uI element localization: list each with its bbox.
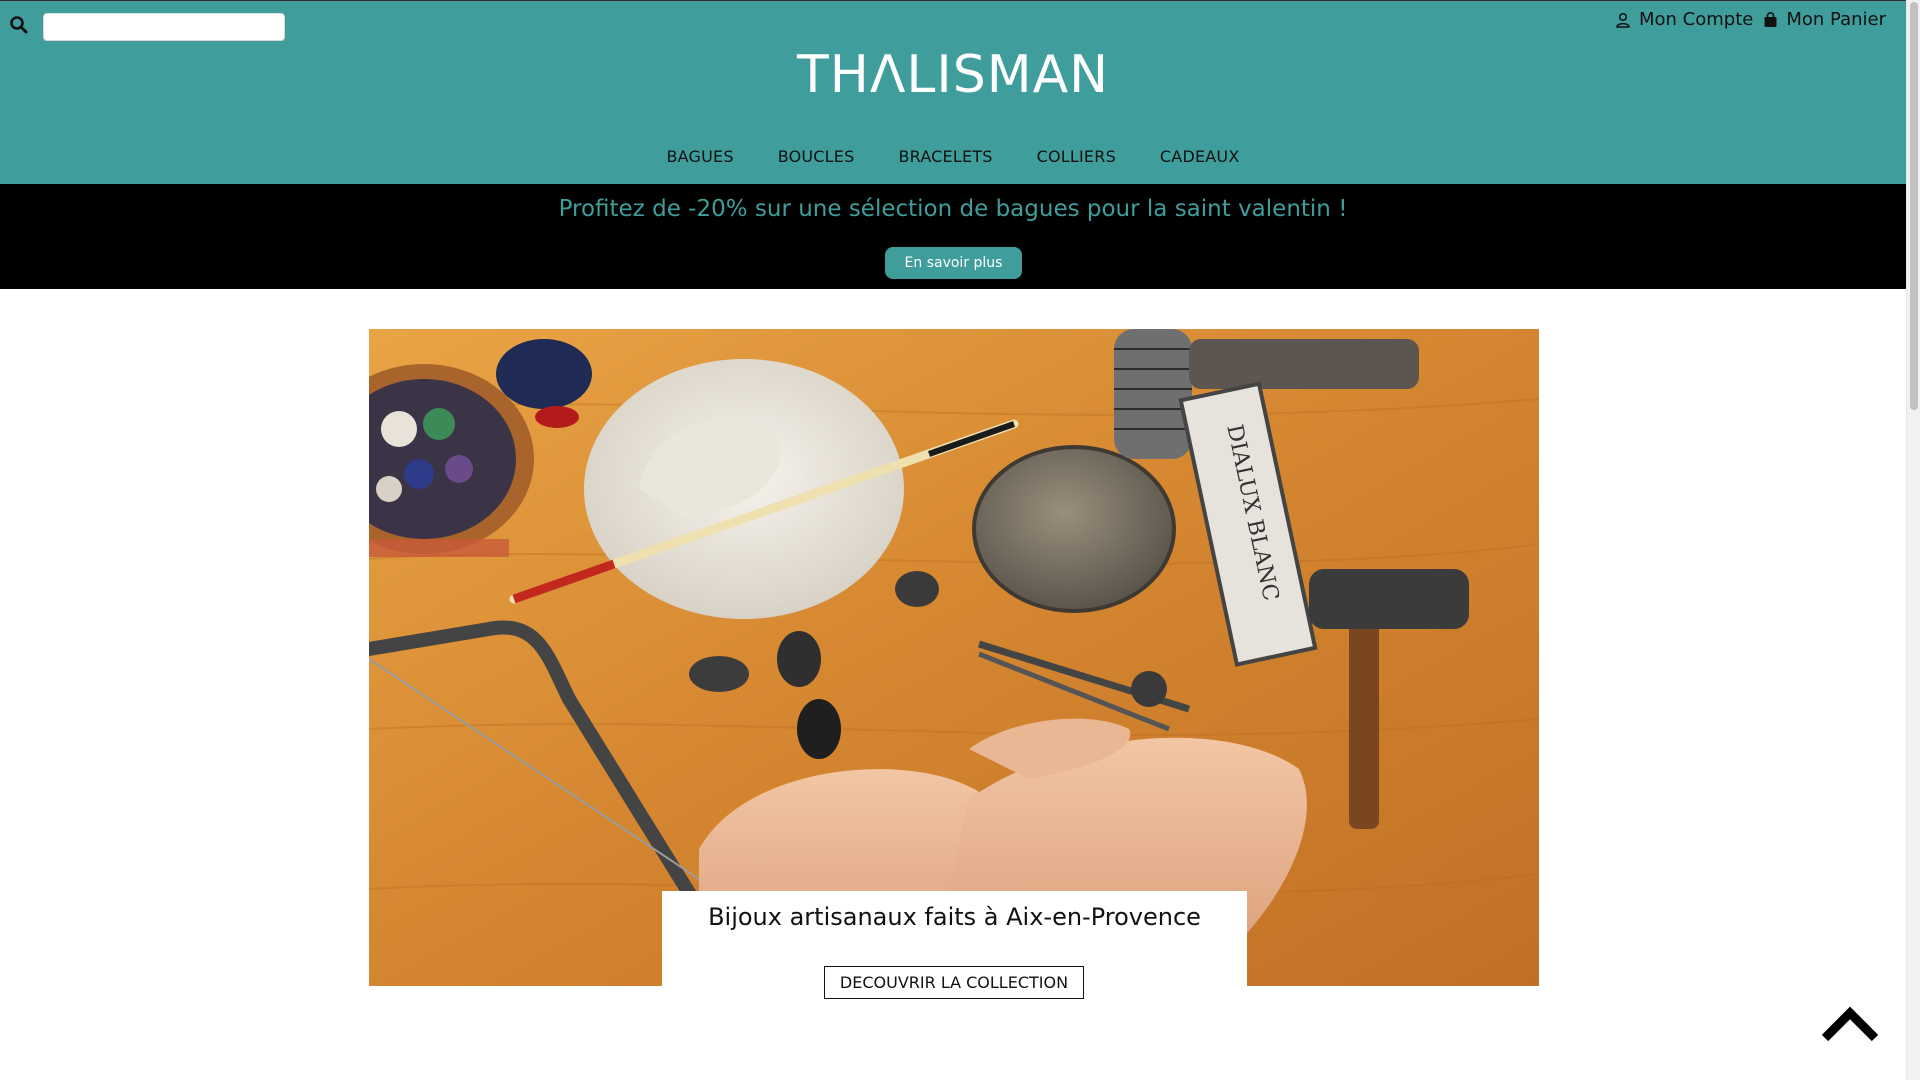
site-logo[interactable]: THΛLISMAN: [0, 45, 1906, 105]
search-input[interactable]: [43, 13, 285, 41]
search-icon: [10, 16, 28, 34]
cart-link[interactable]: Mon Panier: [1763, 9, 1886, 30]
shopping-bag-icon: [1764, 11, 1777, 27]
cart-label: Mon Panier: [1786, 9, 1886, 30]
nav-item-colliers[interactable]: COLLIERS: [1015, 147, 1138, 166]
site-header: Mon Compte Mon Panier THΛLISMAN BAGUES B…: [0, 0, 1906, 184]
promo-text: Profitez de -20% sur une sélection de ba…: [558, 196, 1348, 222]
nav-item-boucles[interactable]: BOUCLES: [756, 147, 877, 166]
promo-banner: Profitez de -20% sur une sélection de ba…: [0, 184, 1906, 289]
account-links: Mon Compte Mon Panier: [1615, 9, 1886, 30]
user-icon: [1616, 12, 1630, 28]
discover-collection-button[interactable]: DECOUVRIR LA COLLECTION: [824, 966, 1084, 999]
search-button[interactable]: [8, 15, 30, 37]
chevron-up-icon: [1821, 1006, 1879, 1042]
nav-item-cadeaux[interactable]: CADEAUX: [1138, 147, 1262, 166]
account-link[interactable]: Mon Compte: [1615, 9, 1753, 30]
learn-more-button[interactable]: En savoir plus: [885, 247, 1022, 279]
nav-item-bagues[interactable]: BAGUES: [644, 147, 755, 166]
scrollbar-thumb[interactable]: [1910, 2, 1918, 410]
account-label: Mon Compte: [1639, 9, 1754, 30]
main-nav: BAGUES BOUCLES BRACELETS COLLIERS CADEAU…: [0, 147, 1906, 166]
nav-item-bracelets[interactable]: BRACELETS: [876, 147, 1014, 166]
hero-title: Bijoux artisanaux faits à Aix-en-Provenc…: [708, 903, 1201, 931]
workbench-illustration: DIALUX BLANC: [369, 329, 1539, 986]
back-to-top-button[interactable]: [1819, 1005, 1881, 1043]
scrollbar[interactable]: [1906, 0, 1920, 1080]
hero-image: DIALUX BLANC: [369, 329, 1539, 986]
